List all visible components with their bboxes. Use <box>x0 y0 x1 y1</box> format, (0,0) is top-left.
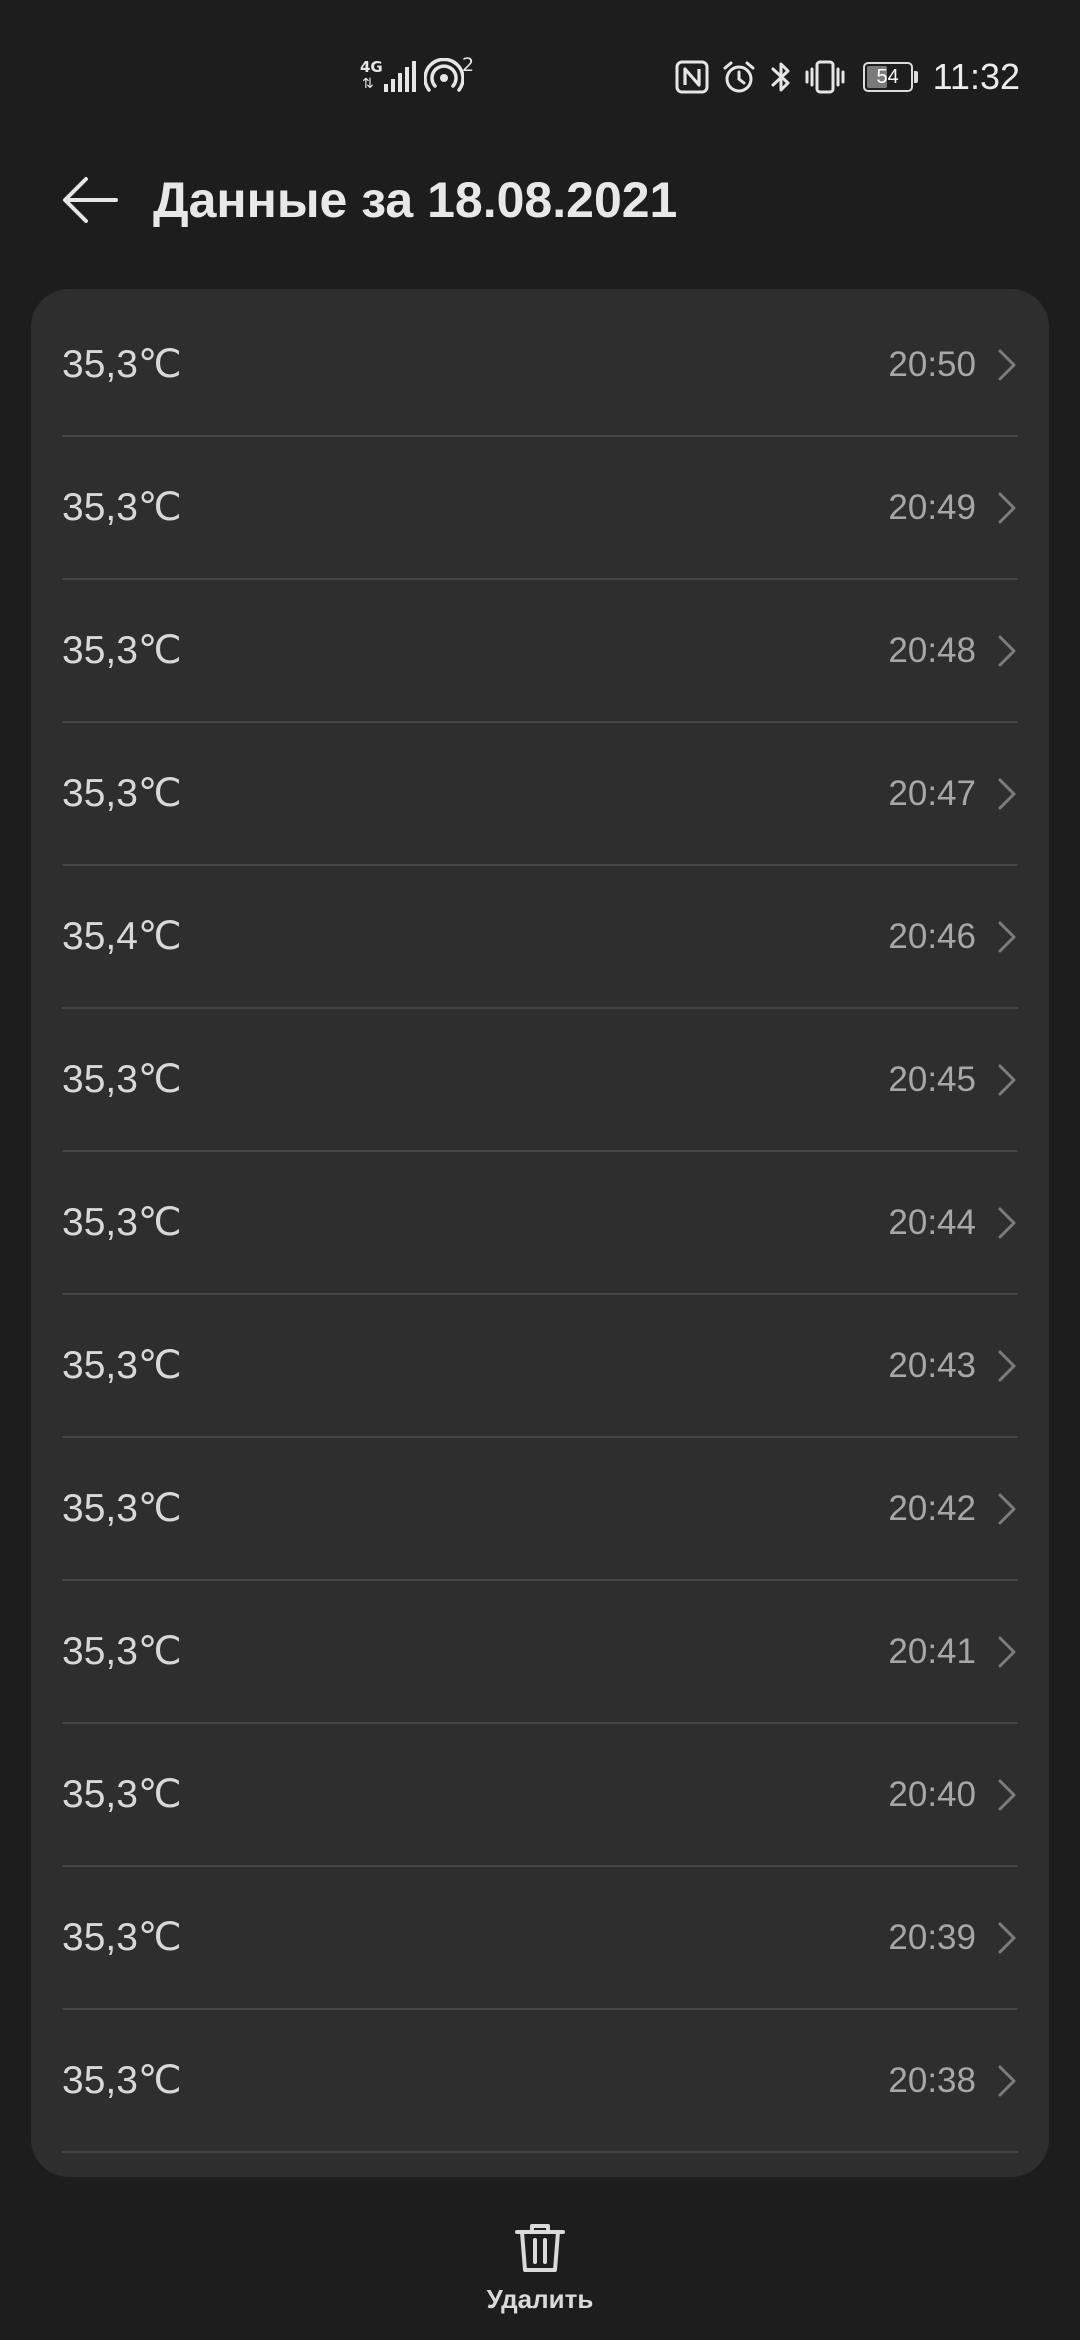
bluetooth-icon <box>769 59 793 95</box>
measurement-row[interactable]: 35,3℃ 20:39 <box>62 1867 1018 2010</box>
temperature-value: 35,4℃ <box>62 915 182 958</box>
measurement-row[interactable]: 35,4℃ 20:46 <box>62 866 1018 1009</box>
measurement-time: 20:49 <box>888 488 976 527</box>
measurement-row[interactable]: 35,3℃ 20:50 <box>62 294 1018 437</box>
measurement-time: 20:46 <box>888 917 976 956</box>
temperature-value: 35,3℃ <box>62 2059 182 2102</box>
hotspot-connections-count: 2 <box>462 54 475 76</box>
chevron-right-icon <box>998 1636 1016 1668</box>
page-title: Данные за 18.08.2021 <box>153 172 678 228</box>
chevron-right-icon <box>998 1493 1016 1525</box>
measurement-row[interactable]: 35,3℃ 20:41 <box>62 1581 1018 1724</box>
status-time: 11:32 <box>932 56 1020 97</box>
temperature-value: 35,3℃ <box>62 1487 182 1530</box>
measurement-row[interactable]: 35,3℃ 20:47 <box>62 723 1018 866</box>
chevron-right-icon <box>998 1207 1016 1239</box>
delete-button[interactable]: Удалить <box>470 2196 610 2326</box>
measurement-time: 20:47 <box>888 774 976 813</box>
temperature-value: 35,3℃ <box>62 772 182 815</box>
measurements-card: 35,3℃ 20:50 35,3℃ 20:49 35,3℃ 20:48 35,3… <box>31 289 1049 2177</box>
chevron-right-icon <box>998 921 1016 953</box>
battery-indicator: 54 <box>862 62 919 92</box>
measurement-row[interactable]: 35,3℃ 20:45 <box>62 1009 1018 1152</box>
chevron-right-icon <box>998 492 1016 524</box>
chevron-right-icon <box>998 1779 1016 1811</box>
measurement-row[interactable]: 35,3℃ 20:42 <box>62 1438 1018 1581</box>
app-header: Данные за 18.08.2021 <box>0 150 1080 250</box>
temperature-value: 35,3℃ <box>62 1630 182 1673</box>
temperature-value: 35,3℃ <box>62 1916 182 1959</box>
measurement-time: 20:41 <box>888 1632 976 1671</box>
chevron-right-icon <box>998 1064 1016 1096</box>
measurements-list: 35,3℃ 20:50 35,3℃ 20:49 35,3℃ 20:48 35,3… <box>62 294 1018 2153</box>
measurement-time: 20:48 <box>888 631 976 670</box>
measurement-time: 20:40 <box>888 1775 976 1814</box>
hotspot-icon <box>424 58 464 92</box>
temperature-value: 35,3℃ <box>62 1201 182 1244</box>
chevron-right-icon <box>998 2065 1016 2097</box>
data-activity-icon: ⇅ <box>362 76 374 92</box>
temperature-value: 35,3℃ <box>62 1058 182 1101</box>
measurement-time: 20:43 <box>888 1346 976 1385</box>
arrow-left-icon <box>63 177 118 223</box>
chevron-right-icon <box>998 1922 1016 1954</box>
measurement-row[interactable]: 35,3℃ 20:48 <box>62 580 1018 723</box>
bottom-action-bar: Удалить <box>0 2196 1080 2340</box>
measurement-row[interactable]: 35,3℃ 20:49 <box>62 437 1018 580</box>
temperature-value: 35,3℃ <box>62 1344 182 1387</box>
battery-percent: 54 <box>876 66 899 88</box>
measurement-time: 20:38 <box>888 2061 976 2100</box>
network-type-label: 4G <box>360 58 383 76</box>
measurement-time: 20:39 <box>888 1918 976 1957</box>
nfc-icon <box>675 60 709 94</box>
measurement-time: 20:45 <box>888 1060 976 1099</box>
measurement-row[interactable]: 35,3℃ 20:40 <box>62 1724 1018 1867</box>
measurement-row[interactable]: 35,3℃ 20:43 <box>62 1295 1018 1438</box>
status-bar: 4G ⇅ 2 54 11:32 <box>0 0 1080 160</box>
measurement-time: 20:50 <box>888 345 976 384</box>
delete-label: Удалить <box>486 2284 594 2314</box>
temperature-value: 35,3℃ <box>62 1773 182 1816</box>
temperature-value: 35,3℃ <box>62 629 182 672</box>
measurement-time: 20:44 <box>888 1203 976 1242</box>
measurement-row[interactable]: 35,3℃ 20:44 <box>62 1152 1018 1295</box>
measurement-time: 20:42 <box>888 1489 976 1528</box>
chevron-right-icon <box>998 778 1016 810</box>
vibrate-icon <box>805 59 845 95</box>
measurement-row[interactable]: 35,3℃ 20:38 <box>62 2010 1018 2153</box>
alarm-icon <box>721 59 757 95</box>
status-icons-right: 54 11:32 <box>663 52 1020 102</box>
chevron-right-icon <box>998 635 1016 667</box>
temperature-value: 35,3℃ <box>62 486 182 529</box>
chevron-right-icon <box>998 349 1016 381</box>
back-button[interactable] <box>52 168 128 232</box>
trash-icon <box>515 2224 565 2272</box>
signal-strength-icon <box>384 61 416 92</box>
battery-cap <box>913 71 918 83</box>
chevron-right-icon <box>998 1350 1016 1382</box>
temperature-value: 35,3℃ <box>62 343 182 386</box>
